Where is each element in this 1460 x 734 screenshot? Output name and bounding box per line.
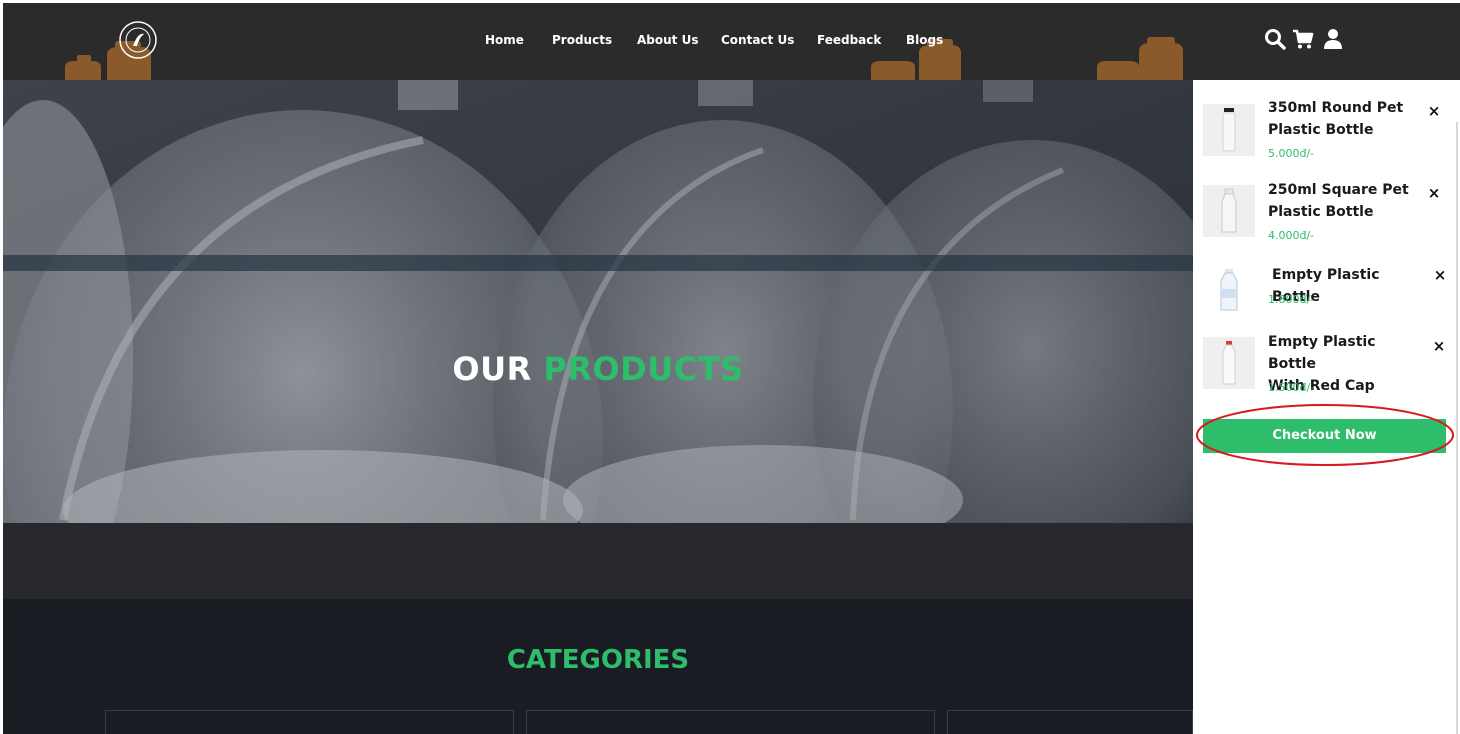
remove-item-button[interactable]: × — [1430, 337, 1448, 355]
hero-title-white: OUR — [452, 350, 532, 388]
product-thumbnail — [1203, 185, 1255, 237]
product-thumbnail — [1203, 264, 1255, 316]
dark-band — [3, 523, 1193, 599]
hero-banner: OUR PRODUCTS — [3, 80, 1193, 523]
checkout-now-button[interactable]: Checkout Now — [1203, 419, 1446, 453]
bottle-image — [1221, 188, 1237, 233]
user-icon[interactable] — [1321, 27, 1345, 51]
hero-title-green: PRODUCTS — [543, 350, 744, 388]
hero-bottles-image — [3, 80, 1193, 523]
bottle-image — [1220, 269, 1238, 311]
categories-title: CATEGORIES — [506, 645, 690, 675]
bottle-image — [1222, 341, 1236, 385]
cart-item-name[interactable]: 250ml Square Pet Plastic Bottle — [1268, 179, 1428, 223]
categories-section: CATEGORIES — [3, 599, 1193, 734]
remove-item-button[interactable]: × — [1431, 266, 1449, 284]
hero-title: OUR PRODUCTS — [3, 350, 1193, 388]
product-thumbnail — [1203, 104, 1255, 156]
search-icon[interactable] — [1263, 27, 1287, 51]
category-card[interactable] — [105, 710, 514, 734]
site-header: Home Products About Us Contact Us Feedba… — [3, 3, 1460, 80]
cart-scrollbar[interactable] — [1456, 122, 1458, 734]
brand-logo[interactable] — [118, 20, 158, 60]
bottle-image — [1222, 108, 1236, 152]
remove-item-button[interactable]: × — [1425, 184, 1443, 202]
cart-item-price: 1.800đ/- — [1268, 293, 1315, 306]
cart-item-name[interactable]: 350ml Round Pet Plastic Bottle — [1268, 97, 1428, 141]
nav-feedback[interactable]: Feedback — [817, 33, 881, 47]
remove-item-button[interactable]: × — [1425, 102, 1443, 120]
nav-blogs[interactable]: Blogs — [906, 33, 943, 47]
nav-about-us[interactable]: About Us — [637, 33, 698, 47]
cart-icon[interactable] — [1291, 27, 1315, 51]
nav-contact-us[interactable]: Contact Us — [721, 33, 794, 47]
nav-home[interactable]: Home — [485, 33, 524, 47]
cart-item-price: 4.000đ/- — [1268, 229, 1315, 242]
cart-panel: 350ml Round Pet Plastic Bottle 5.000đ/- … — [1193, 80, 1460, 734]
cart-item-price: 1.500đ/- — [1268, 381, 1315, 394]
category-card[interactable] — [526, 710, 935, 734]
product-thumbnail — [1203, 337, 1255, 389]
category-card[interactable] — [947, 710, 1193, 734]
cart-item-price: 5.000đ/- — [1268, 147, 1315, 160]
nav-products[interactable]: Products — [552, 33, 612, 47]
